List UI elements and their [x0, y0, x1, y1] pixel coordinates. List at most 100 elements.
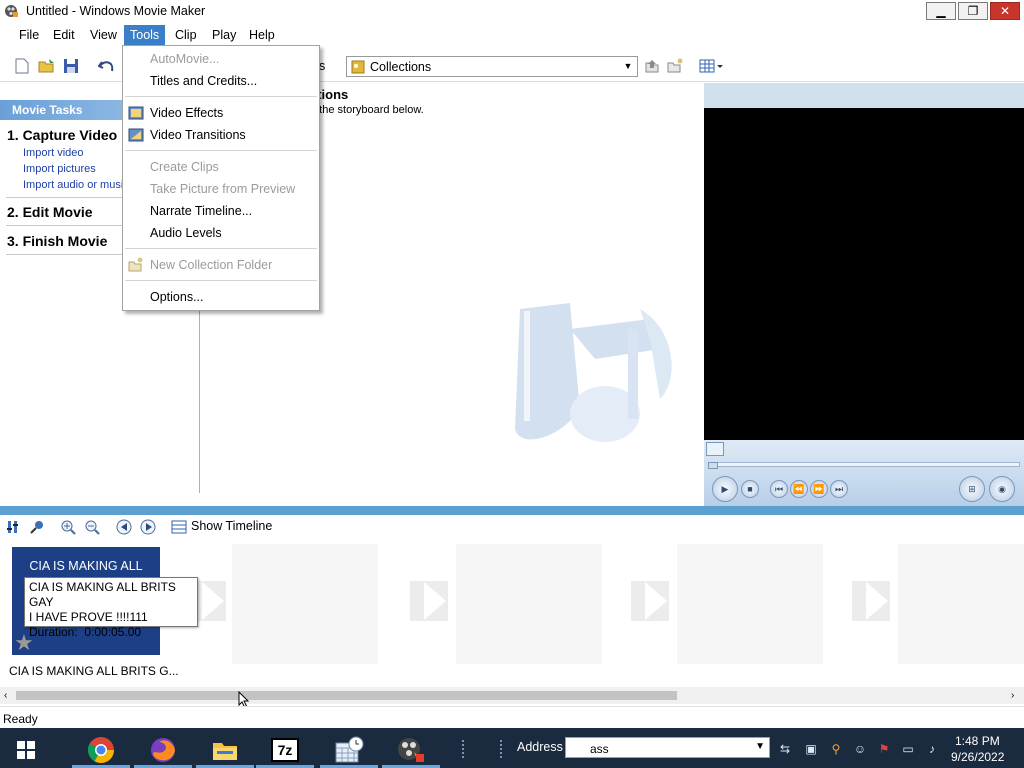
split-view-icon[interactable]: [706, 442, 724, 456]
firefox-icon[interactable]: [134, 731, 192, 768]
playback-controls: ▶ ■ ⏮ ⏪ ⏩ ⏭ ⊞ ◉: [704, 440, 1024, 506]
toolbar-grip[interactable]: [462, 740, 468, 758]
menu-item-titles-credits[interactable]: Titles and Credits...: [150, 74, 257, 88]
menu-play[interactable]: Play: [206, 25, 242, 45]
task-finish-movie[interactable]: 3. Finish Movie: [7, 233, 107, 249]
search-icon[interactable]: ⚲: [828, 741, 844, 757]
rewind-storyboard-icon[interactable]: [115, 518, 133, 536]
video-transitions-icon: [128, 127, 144, 143]
start-icon[interactable]: [0, 731, 52, 768]
link-import-video[interactable]: Import video: [23, 147, 84, 159]
chevron-down-icon[interactable]: ▼: [755, 741, 765, 752]
rewind-icon[interactable]: ⏪: [790, 480, 808, 498]
menu-item-new-collection-folder: New Collection Folder: [150, 258, 273, 272]
narrate-icon[interactable]: [28, 518, 46, 536]
close-button[interactable]: ✕: [990, 2, 1020, 20]
collection-subtitle: n the storyboard below.: [310, 104, 424, 116]
previous-frame-icon[interactable]: ⏮: [770, 480, 788, 498]
notification-icon[interactable]: ☺: [852, 741, 868, 757]
menu-separator: [125, 96, 317, 97]
open-project-icon[interactable]: [38, 57, 56, 75]
7zip-icon[interactable]: 7z: [256, 731, 314, 768]
preview-screen: [704, 108, 1024, 441]
status-text: Ready: [3, 712, 38, 726]
menu-view[interactable]: View: [84, 25, 123, 45]
new-project-icon[interactable]: [13, 57, 31, 75]
refresh-icon[interactable]: ⇆: [777, 741, 793, 757]
display-icon[interactable]: ▭: [900, 741, 916, 757]
task-edit-movie[interactable]: 2. Edit Movie: [7, 204, 93, 220]
menu-edit[interactable]: Edit: [47, 25, 81, 45]
storyboard-slot[interactable]: [456, 544, 602, 664]
views-dropdown-icon[interactable]: [698, 57, 726, 75]
menu-help[interactable]: Help: [243, 25, 281, 45]
menu-separator: [125, 248, 317, 249]
new-folder-icon[interactable]: [666, 57, 684, 75]
menu-item-audio-levels[interactable]: Audio Levels: [150, 226, 222, 240]
menu-separator: [125, 280, 317, 281]
scroll-left-icon[interactable]: ‹: [4, 690, 7, 701]
clock-time[interactable]: 1:48 PM: [955, 734, 1000, 748]
clip-thumbnail-text: CIA IS MAKING ALL: [29, 559, 143, 573]
tooltip-line: I HAVE PROVE !!!!111: [29, 610, 148, 624]
zoom-in-icon[interactable]: [59, 518, 77, 536]
split-clip-icon[interactable]: ⊞: [959, 476, 985, 502]
storyboard-slot[interactable]: [677, 544, 823, 664]
clip-tooltip: CIA IS MAKING ALL BRITS GAY I HAVE PROVE…: [24, 577, 198, 639]
flag-icon[interactable]: ⚑: [876, 741, 892, 757]
next-frame-icon[interactable]: ⏭: [830, 480, 848, 498]
timeline-icon[interactable]: [170, 518, 188, 536]
seek-handle[interactable]: [708, 462, 718, 469]
chrome-icon[interactable]: [72, 731, 130, 768]
storyboard-scrollbar[interactable]: ‹ ›: [0, 687, 1024, 709]
menu-item-narrate-timeline[interactable]: Narrate Timeline...: [150, 204, 252, 218]
play-storyboard-icon[interactable]: [139, 518, 157, 536]
zoom-out-icon[interactable]: [83, 518, 101, 536]
title-bar: Untitled - Windows Movie Maker ▁ ❐ ✕: [0, 0, 1024, 22]
storyboard-slot[interactable]: [232, 544, 378, 664]
movie-maker-icon[interactable]: [382, 731, 440, 768]
collections-value: Collections: [370, 60, 432, 74]
fast-forward-icon[interactable]: ⏩: [810, 480, 828, 498]
menu-bar: File Edit View Tools Clip Play Help: [0, 23, 1024, 45]
show-timeline-button[interactable]: Show Timeline: [191, 519, 272, 533]
undo-icon[interactable]: [98, 57, 116, 75]
network-drive-icon[interactable]: ▣: [803, 741, 819, 757]
clock-date[interactable]: 9/26/2022: [951, 750, 1004, 764]
tools-menu: AutoMovie... Titles and Credits... Video…: [122, 45, 320, 311]
toolbar-grip[interactable]: [500, 740, 506, 758]
play-icon[interactable]: ▶: [712, 476, 738, 502]
up-level-icon[interactable]: [643, 57, 661, 75]
minimize-button[interactable]: ▁: [926, 2, 956, 20]
menu-item-video-effects[interactable]: Video Effects: [150, 106, 223, 120]
file-explorer-icon[interactable]: [196, 731, 254, 768]
calendar-clock-icon[interactable]: [320, 731, 378, 768]
address-value: ass: [590, 742, 609, 756]
take-picture-icon[interactable]: ◉: [989, 476, 1015, 502]
taskbar: 7z Address ass ▼ ⇆ ▣ ⚲ ☺ ⚑ ▭ ♪ 1:48 PM 9…: [0, 728, 1024, 768]
seek-bar[interactable]: [708, 462, 1020, 467]
scroll-right-icon[interactable]: ›: [1011, 690, 1014, 701]
save-project-icon[interactable]: [62, 57, 80, 75]
storyboard-slot[interactable]: [898, 544, 1024, 664]
restore-icon: ❐: [967, 4, 979, 18]
pane-splitter[interactable]: [0, 506, 1024, 515]
window-title: Untitled - Windows Movie Maker: [26, 4, 206, 18]
status-bar: Ready: [0, 706, 1024, 728]
menu-item-video-transitions[interactable]: Video Transitions: [150, 128, 246, 142]
collections-dropdown[interactable]: Collections ▼: [346, 56, 638, 77]
scrollbar-thumb[interactable]: [16, 691, 677, 700]
menu-item-options[interactable]: Options...: [150, 290, 204, 304]
volume-icon[interactable]: ♪: [924, 741, 940, 757]
menu-clip[interactable]: Clip: [169, 25, 203, 45]
task-capture-video[interactable]: 1. Capture Video: [7, 127, 117, 143]
link-import-audio[interactable]: Import audio or music: [23, 179, 129, 191]
set-audio-levels-icon[interactable]: [4, 518, 22, 536]
address-input[interactable]: ass ▼: [565, 737, 770, 758]
restore-button[interactable]: ❐: [958, 2, 988, 20]
stop-icon[interactable]: ■: [741, 480, 759, 498]
link-import-pictures[interactable]: Import pictures: [23, 163, 96, 175]
menu-file[interactable]: File: [13, 25, 45, 45]
menu-tools[interactable]: Tools: [124, 25, 166, 45]
menu-item-automovie: AutoMovie...: [150, 52, 220, 66]
